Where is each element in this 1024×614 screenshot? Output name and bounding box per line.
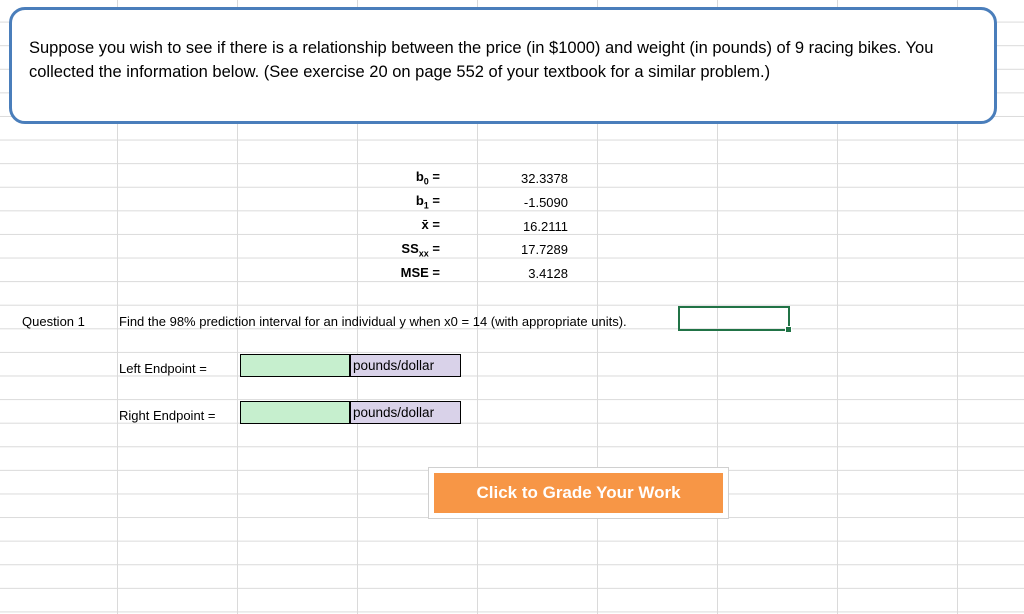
stat-value-b1[interactable]: -1.5090 (488, 195, 568, 210)
problem-statement-box: Suppose you wish to see if there is a re… (9, 7, 997, 124)
grade-work-button[interactable]: Click to Grade Your Work (434, 473, 723, 513)
question-prompt: Find the 98% prediction interval for an … (119, 314, 627, 329)
stat-label-b1: b1 = (415, 193, 440, 211)
right-endpoint-label: Right Endpoint = (119, 408, 216, 423)
stat-label-b0: b0 = (415, 169, 440, 187)
stat-label-xbar: x̄ = (421, 217, 440, 232)
problem-statement-text: Suppose you wish to see if there is a re… (29, 39, 934, 81)
left-endpoint-input[interactable] (240, 354, 350, 377)
stat-value-mse[interactable]: 3.4128 (488, 266, 568, 281)
question-number-label: Question 1 (22, 314, 85, 329)
left-endpoint-unit: pounds/dollar (350, 354, 461, 377)
right-endpoint-unit: pounds/dollar (350, 401, 461, 424)
stat-value-ssxx[interactable]: 17.7289 (488, 242, 568, 257)
stat-label-ssxx: SSxx = (401, 241, 440, 259)
left-endpoint-label: Left Endpoint = (119, 361, 207, 376)
stat-value-xbar[interactable]: 16.2111 (488, 219, 568, 234)
grade-button-frame: Click to Grade Your Work (428, 467, 729, 519)
right-endpoint-input[interactable] (240, 401, 350, 424)
stat-label-mse: MSE = (400, 265, 440, 280)
active-cell-selection[interactable] (678, 306, 792, 333)
stat-value-b0[interactable]: 32.3378 (488, 171, 568, 186)
